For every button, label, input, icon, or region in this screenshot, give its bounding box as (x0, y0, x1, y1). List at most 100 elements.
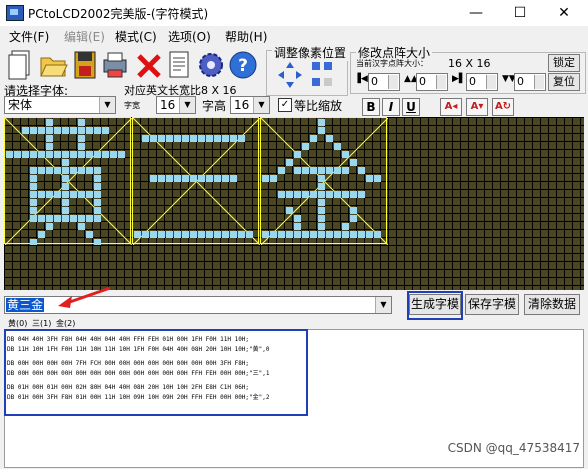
pixel-on (38, 167, 45, 174)
italic-button[interactable]: I (382, 98, 400, 116)
spin-left[interactable]: 0 (368, 73, 400, 91)
menu-options[interactable]: 选项(O) (168, 28, 211, 45)
spin-right[interactable]: 0 (466, 73, 498, 91)
flip-horizontal-icon[interactable]: A◂ (440, 98, 462, 116)
pixel-on (278, 191, 285, 198)
pixel-on (54, 127, 61, 134)
bold-button[interactable]: B (362, 98, 380, 116)
menu-file[interactable]: 文件(F) (9, 28, 49, 45)
pixel-on (222, 231, 229, 238)
char-height-select[interactable]: 16 ▼ (230, 96, 270, 114)
lock-button[interactable]: 锁定 (548, 54, 580, 72)
pixel-on (70, 151, 77, 158)
font-select[interactable]: 宋体 ▼ (4, 96, 116, 114)
window-title: PCtoLCD2002完美版-(字符模式) (28, 7, 209, 21)
pixel-on (158, 231, 165, 238)
pixel-on (62, 175, 69, 182)
chevron-down-icon[interactable]: ▼ (375, 297, 391, 313)
flip-vertical-icon[interactable]: A▾ (466, 98, 488, 116)
delete-icon[interactable] (134, 48, 164, 82)
char-tab-1[interactable]: 三(1) (32, 318, 51, 329)
clear-data-button[interactable]: 清除数据 (524, 294, 580, 315)
pixel-on (150, 231, 157, 238)
pixel-on (342, 223, 349, 230)
pixel-on (294, 167, 301, 174)
maximize-button[interactable]: ☐ (498, 0, 542, 26)
pixel-on (230, 231, 237, 238)
pixel-on (94, 167, 101, 174)
svg-text:?: ? (238, 56, 248, 76)
pixel-on (94, 151, 101, 158)
pixel-on (318, 207, 325, 214)
pixel-on (310, 167, 317, 174)
save-icon[interactable] (70, 48, 100, 82)
pixel-on (94, 183, 101, 190)
pixel-on (78, 135, 85, 142)
pixel-on (78, 223, 85, 230)
pixel-on (30, 127, 37, 134)
pixel-on (302, 191, 309, 198)
pixel-on (30, 207, 37, 214)
pixel-on (62, 151, 69, 158)
pixel-on (94, 191, 101, 198)
print-icon[interactable] (100, 48, 130, 82)
watermark: CSDN @qq_47538417 (447, 441, 580, 455)
pixel-on (86, 167, 93, 174)
pixel-on (46, 151, 53, 158)
save-font-button[interactable]: 保存字模 (465, 294, 519, 315)
font-select-value: 宋体 (8, 98, 33, 112)
pixel-on (30, 167, 37, 174)
notes-icon[interactable] (164, 48, 194, 82)
open-folder-icon[interactable] (38, 48, 68, 82)
pixel-on (14, 151, 21, 158)
pixel-on (94, 175, 101, 182)
pixel-on (318, 199, 325, 206)
pixel-on (86, 231, 93, 238)
pixel-on (54, 191, 61, 198)
pixel-on (326, 231, 333, 238)
char-width-select[interactable]: 16 ▼ (156, 96, 196, 114)
proportional-checkbox[interactable]: ✓ (278, 98, 292, 112)
char-tab-2[interactable]: 金(2) (56, 318, 75, 329)
rotate-icon[interactable]: A↻ (492, 98, 514, 116)
pixel-on (46, 215, 53, 222)
pixel-on (182, 135, 189, 142)
pixel-on (350, 215, 357, 222)
menu-edit[interactable]: 编辑(E) (64, 28, 105, 45)
pixel-shift-buttons[interactable] (276, 60, 338, 90)
minimize-button[interactable]: — (454, 0, 498, 26)
pixel-canvas[interactable] (4, 117, 584, 290)
pixel-on (94, 127, 101, 134)
pixel-on (94, 215, 101, 222)
new-file-icon[interactable] (6, 48, 36, 82)
underline-button[interactable]: U (402, 98, 420, 116)
shrink-right-icon[interactable]: ▶▌ (452, 74, 466, 84)
pixel-on (294, 223, 301, 230)
pixel-on (54, 151, 61, 158)
pixel-on (102, 127, 109, 134)
spin-bottom[interactable]: 0 (514, 73, 546, 91)
char-tab-0[interactable]: 黄(0) (8, 318, 27, 329)
pixel-adjust-label: 调整像素位置 (272, 44, 349, 61)
char-cell-1[interactable] (132, 117, 260, 245)
close-button[interactable]: ✕ (542, 0, 586, 26)
shrink-left-icon[interactable]: ▐◀ (354, 74, 368, 84)
spin-top[interactable]: 0 (416, 73, 448, 91)
help-icon[interactable]: ? (228, 48, 258, 82)
pixel-on (134, 231, 141, 238)
pixel-on (206, 135, 213, 142)
pixel-on (310, 135, 317, 142)
settings-gear-icon[interactable] (196, 48, 226, 82)
pixel-on (70, 191, 77, 198)
char-cell-2[interactable] (260, 117, 388, 245)
pixel-on (238, 135, 245, 142)
pixel-on (38, 231, 45, 238)
menu-mode[interactable]: 模式(C) (115, 28, 157, 45)
pixel-on (78, 151, 85, 158)
char-height-value: 16 (234, 98, 250, 112)
menu-help[interactable]: 帮助(H) (225, 28, 267, 45)
pixel-on (62, 207, 69, 214)
restore-button[interactable]: 复位 (548, 73, 580, 91)
char-cell-0[interactable] (4, 117, 132, 245)
pixel-on (166, 231, 173, 238)
